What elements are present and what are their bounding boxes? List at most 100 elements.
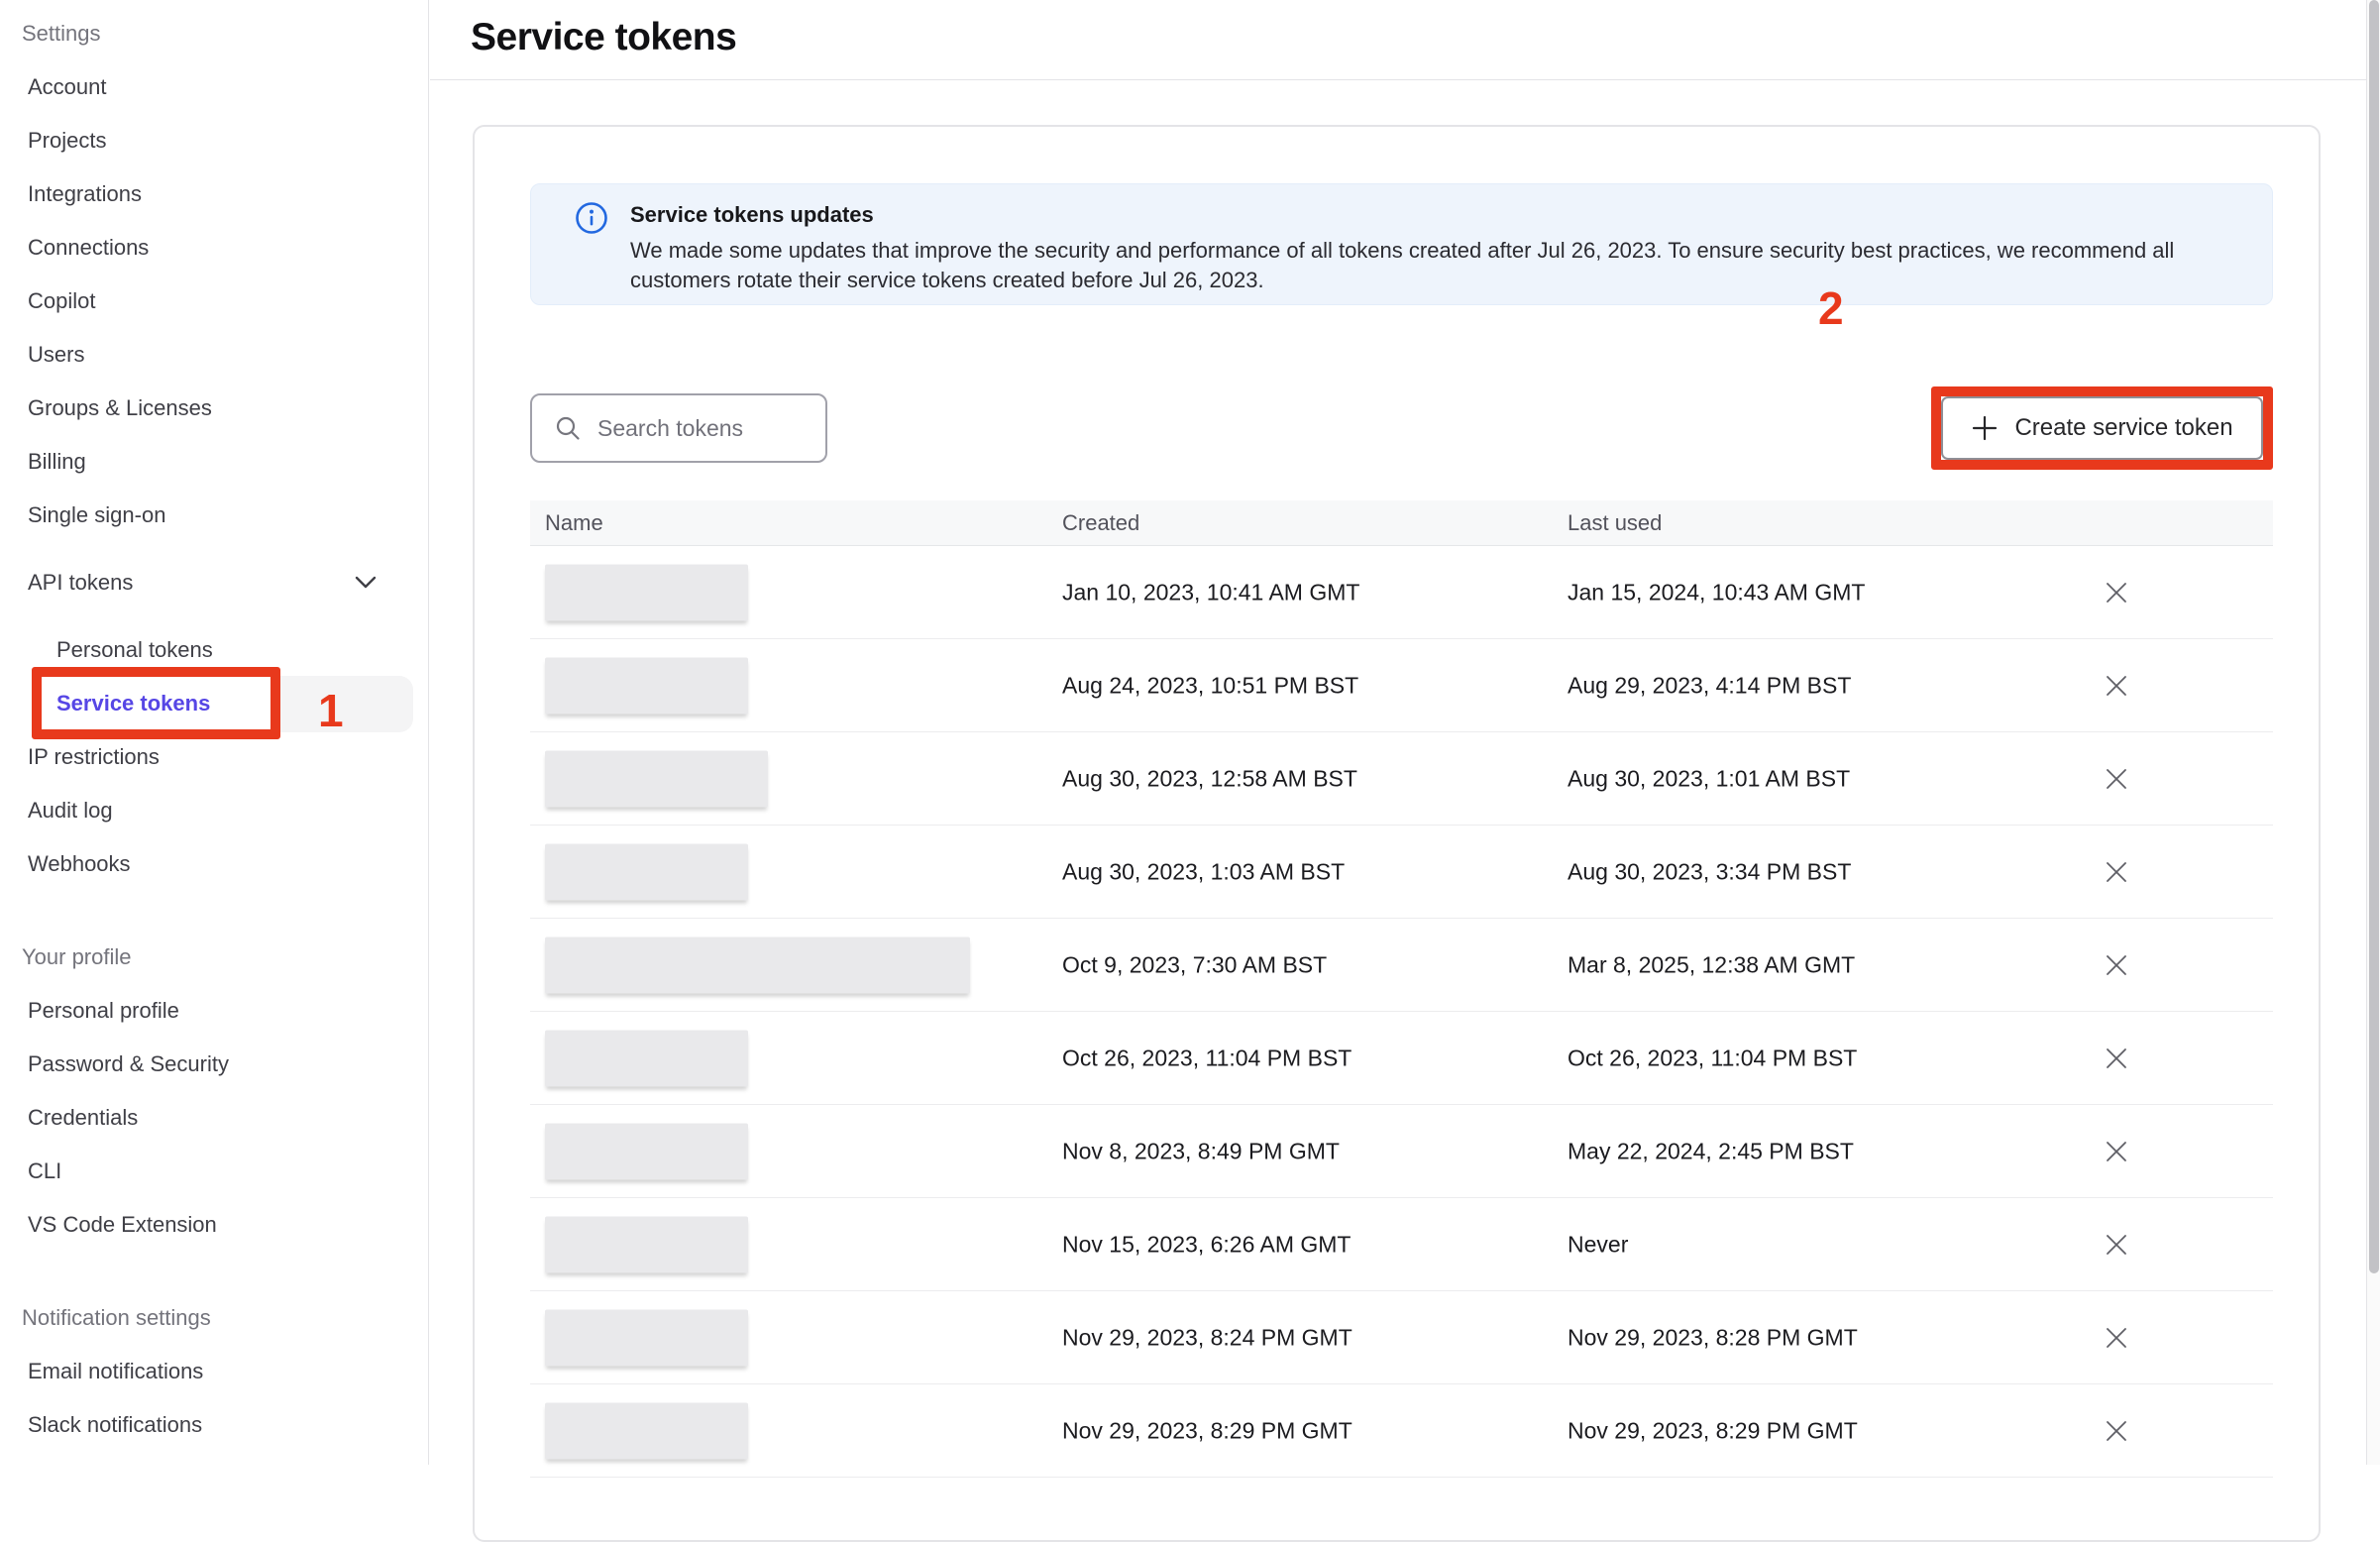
delete-token-button[interactable]	[2100, 855, 2133, 889]
sidebar-item-connections[interactable]: Connections	[0, 221, 428, 275]
close-icon	[2103, 1417, 2130, 1445]
sidebar-section-notification-settings: Notification settings	[0, 1291, 428, 1345]
sidebar-item-email-notifications[interactable]: Email notifications	[0, 1345, 428, 1398]
delete-token-button[interactable]	[2100, 576, 2133, 609]
token-last-used-cell: Never	[1568, 1231, 1628, 1258]
sidebar-item-label: Users	[28, 342, 84, 368]
column-header-name: Name	[545, 510, 603, 536]
redacted-token-name	[545, 1030, 748, 1086]
sidebar-item-groups-licenses[interactable]: Groups & Licenses	[0, 382, 428, 435]
table-row: Oct 26, 2023, 11:04 PM BST Oct 26, 2023,…	[530, 1012, 2273, 1105]
create-service-token-button[interactable]: Create service token	[1941, 396, 2263, 460]
redacted-token-name	[545, 1123, 748, 1179]
create-button-label: Create service token	[2014, 414, 2232, 442]
sidebar-item-single-sign-on[interactable]: Single sign-on	[0, 489, 428, 542]
token-last-used-cell: May 22, 2024, 2:45 PM BST	[1568, 1138, 1854, 1164]
sidebar-item-label: Slack notifications	[28, 1412, 202, 1438]
delete-token-button[interactable]	[2100, 1135, 2133, 1168]
close-icon	[2103, 858, 2130, 886]
token-last-used-cell: Aug 30, 2023, 3:34 PM BST	[1568, 858, 1851, 885]
annotation-box-2: Create service token	[1931, 386, 2273, 470]
title-divider	[430, 79, 2380, 80]
token-created-cell: Nov 29, 2023, 8:24 PM GMT	[1062, 1324, 1352, 1351]
token-last-used-cell: Aug 29, 2023, 4:14 PM BST	[1568, 672, 1851, 699]
redacted-token-name	[545, 564, 748, 620]
token-last-used-cell: Nov 29, 2023, 8:29 PM GMT	[1568, 1417, 1858, 1444]
token-created-cell: Oct 9, 2023, 7:30 AM BST	[1062, 951, 1327, 978]
sidebar-item-label: Your profile	[22, 944, 131, 970]
banner-body: We made some updates that improve the se…	[630, 236, 2265, 295]
sidebar-item-api-tokens[interactable]: API tokens	[0, 556, 428, 609]
delete-token-button[interactable]	[2100, 1042, 2133, 1075]
sidebar-item-label: Webhooks	[28, 851, 131, 877]
search-icon	[554, 414, 582, 442]
redacted-token-name	[545, 1216, 748, 1272]
table-row: Aug 24, 2023, 10:51 PM BST Aug 29, 2023,…	[530, 639, 2273, 732]
table-row: Nov 29, 2023, 8:29 PM GMT Nov 29, 2023, …	[530, 1384, 2273, 1478]
close-icon	[2103, 579, 2130, 606]
delete-token-button[interactable]	[2100, 1228, 2133, 1262]
sidebar-item-account[interactable]: Account	[0, 60, 428, 114]
sidebar-item-label: Account	[28, 74, 107, 100]
sidebar-item-integrations[interactable]: Integrations	[0, 167, 428, 221]
token-created-cell: Nov 15, 2023, 6:26 AM GMT	[1062, 1231, 1351, 1258]
sidebar-item-audit-log[interactable]: Audit log	[0, 784, 428, 837]
sidebar-item-service-tokens[interactable]: Service tokens	[0, 677, 428, 730]
scrollbar-thumb[interactable]	[2369, 0, 2379, 1273]
sidebar-item-users[interactable]: Users	[0, 328, 428, 382]
sidebar-item-cli[interactable]: CLI	[0, 1145, 428, 1198]
sidebar-item-label: VS Code Extension	[28, 1212, 217, 1238]
sidebar-item-label: Service tokens	[56, 691, 210, 716]
delete-token-button[interactable]	[2100, 762, 2133, 796]
token-created-cell: Nov 29, 2023, 8:29 PM GMT	[1062, 1417, 1352, 1444]
table-row: Nov 15, 2023, 6:26 AM GMT Never	[530, 1198, 2273, 1291]
sidebar-nav: Settings Account Projects Integrations C…	[0, 7, 428, 1452]
info-icon	[575, 201, 608, 240]
service-tokens-table: Name Created Last used Jan 10, 2023, 10:…	[530, 500, 2273, 1478]
sidebar-section-your-profile: Your profile	[0, 931, 428, 984]
search-tokens-input[interactable]	[597, 415, 815, 442]
sidebar-item-label: Personal profile	[28, 998, 179, 1024]
table-row: Aug 30, 2023, 12:58 AM BST Aug 30, 2023,…	[530, 732, 2273, 826]
delete-token-button[interactable]	[2100, 1321, 2133, 1355]
sidebar-item-label: Email notifications	[28, 1359, 203, 1384]
column-header-last-used: Last used	[1568, 510, 1662, 536]
sidebar-item-billing[interactable]: Billing	[0, 435, 428, 489]
delete-token-button[interactable]	[2100, 669, 2133, 703]
token-created-cell: Aug 30, 2023, 1:03 AM BST	[1062, 858, 1345, 885]
sidebar-item-personal-profile[interactable]: Personal profile	[0, 984, 428, 1038]
token-created-cell: Aug 30, 2023, 12:58 AM BST	[1062, 765, 1357, 792]
sidebar-item-label: Projects	[28, 128, 106, 154]
redacted-token-name	[545, 1309, 748, 1366]
sidebar-item-label: Password & Security	[28, 1051, 229, 1077]
sidebar-item-password-security[interactable]: Password & Security	[0, 1038, 428, 1091]
close-icon	[2103, 1324, 2130, 1352]
sidebar-item-vs-code-extension[interactable]: VS Code Extension	[0, 1198, 428, 1252]
delete-token-button[interactable]	[2100, 1414, 2133, 1448]
token-last-used-cell: Jan 15, 2024, 10:43 AM GMT	[1568, 579, 1865, 606]
sidebar-item-label: Billing	[28, 449, 86, 475]
sidebar-item-label: Copilot	[28, 288, 95, 314]
settings-sidebar: Settings Account Projects Integrations C…	[0, 0, 429, 1465]
table-row: Jan 10, 2023, 10:41 AM GMT Jan 15, 2024,…	[530, 546, 2273, 639]
token-last-used-cell: Oct 26, 2023, 11:04 PM BST	[1568, 1045, 1857, 1071]
service-tokens-card: Service tokens updates We made some upda…	[473, 125, 2321, 1542]
delete-token-button[interactable]	[2100, 948, 2133, 982]
sidebar-item-webhooks[interactable]: Webhooks	[0, 837, 428, 891]
close-icon	[2103, 1138, 2130, 1165]
token-last-used-cell: Mar 8, 2025, 12:38 AM GMT	[1568, 951, 1855, 978]
sidebar-item-copilot[interactable]: Copilot	[0, 275, 428, 328]
sidebar-item-label: CLI	[28, 1158, 61, 1184]
close-icon	[2103, 951, 2130, 979]
sidebar-item-projects[interactable]: Projects	[0, 114, 428, 167]
table-row: Nov 29, 2023, 8:24 PM GMT Nov 29, 2023, …	[530, 1291, 2273, 1384]
redacted-token-name	[545, 1402, 748, 1459]
plus-icon	[1971, 414, 1999, 442]
sidebar-item-credentials[interactable]: Credentials	[0, 1091, 428, 1145]
sidebar-item-slack-notifications[interactable]: Slack notifications	[0, 1398, 428, 1452]
table-row: Nov 8, 2023, 8:49 PM GMT May 22, 2024, 2…	[530, 1105, 2273, 1198]
table-row: Aug 30, 2023, 1:03 AM BST Aug 30, 2023, …	[530, 826, 2273, 919]
banner-title: Service tokens updates	[630, 202, 874, 228]
table-body: Jan 10, 2023, 10:41 AM GMT Jan 15, 2024,…	[530, 546, 2273, 1478]
close-icon	[2103, 765, 2130, 793]
